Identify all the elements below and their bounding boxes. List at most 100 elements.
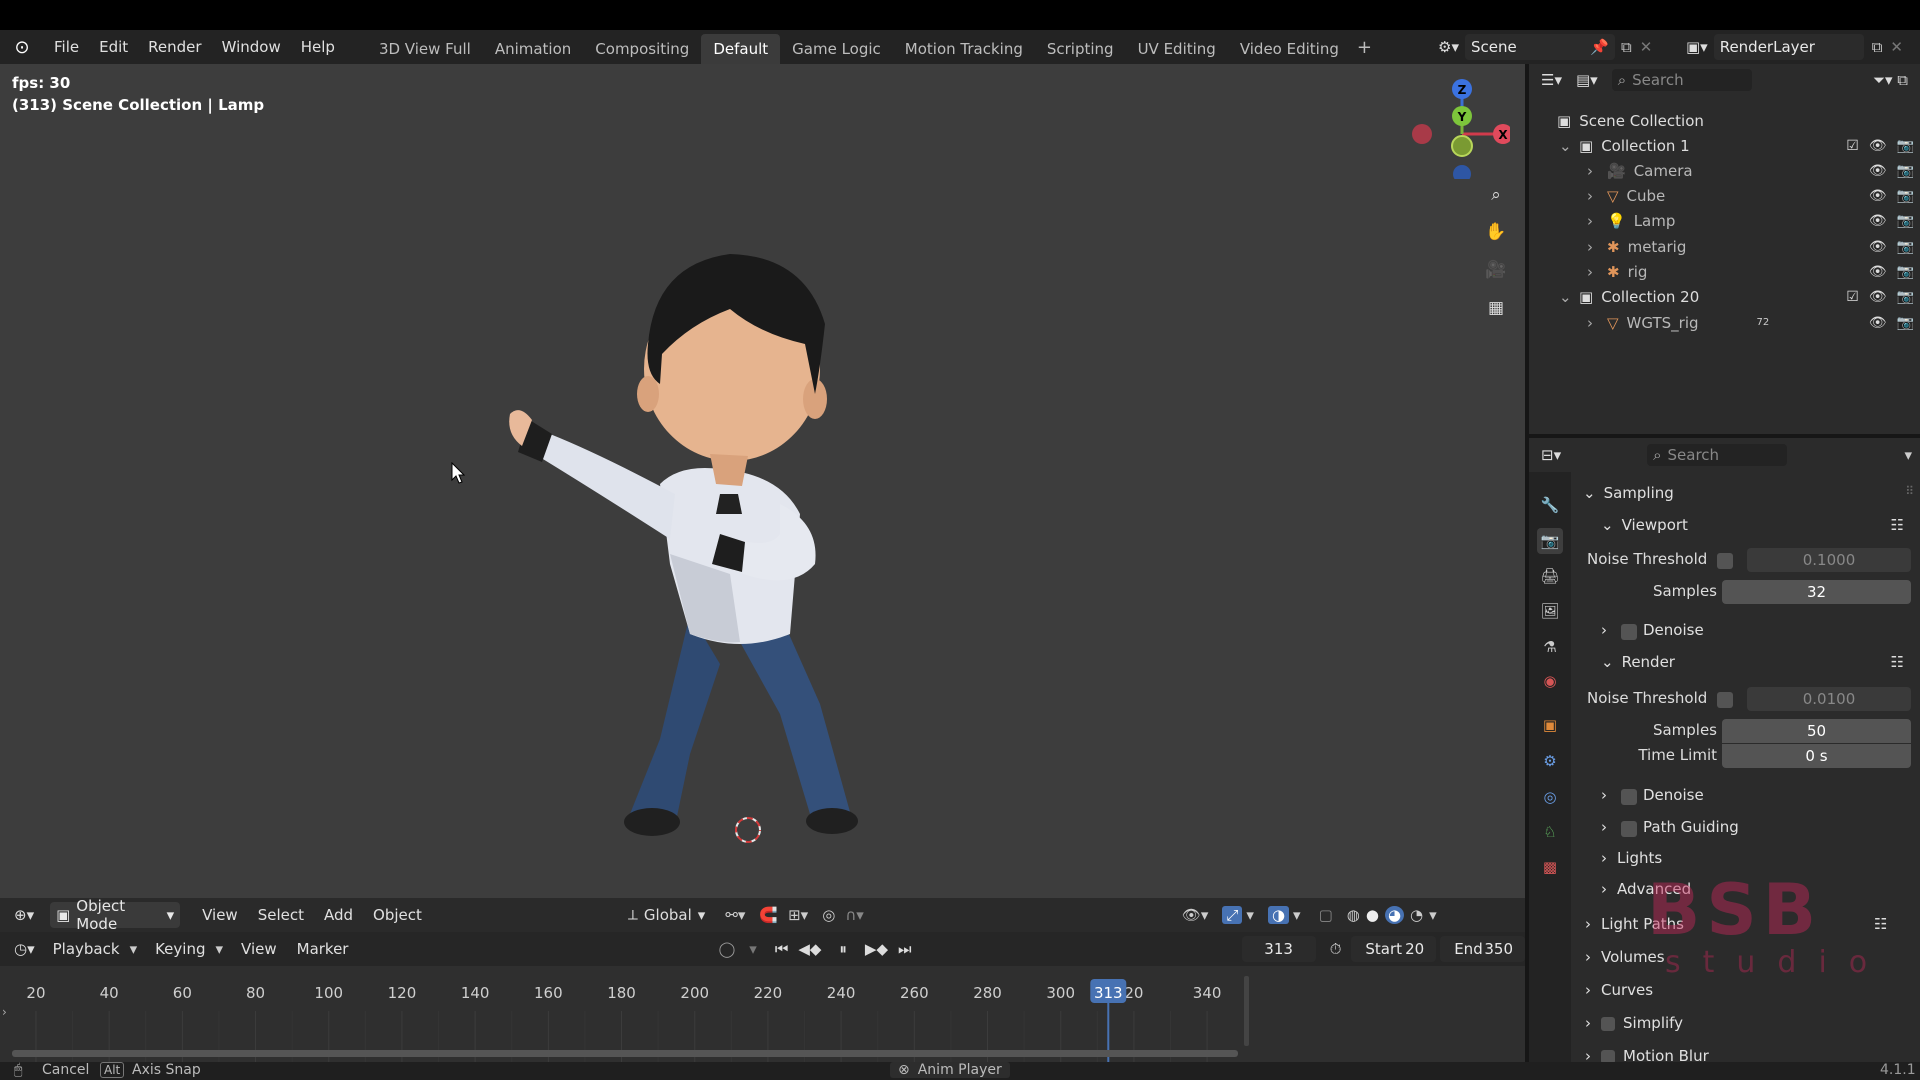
- volumes-panel[interactable]: › Volumes: [1585, 948, 1665, 966]
- gizmo-dropdown-icon[interactable]: ▾: [1246, 906, 1254, 924]
- stopwatch-icon[interactable]: ⏱: [1330, 940, 1342, 958]
- expand-chevron-icon[interactable]: ›: [1587, 238, 1603, 256]
- viewport-menu-select[interactable]: Select: [248, 906, 314, 924]
- close-icon[interactable]: ⊗: [898, 1062, 910, 1078]
- camera-view-icon[interactable]: 🎥: [1481, 255, 1511, 285]
- constraints-tab-icon[interactable]: ♘: [1537, 819, 1563, 845]
- outliner-item-rig[interactable]: › ✱ rig 👁 📷: [1529, 260, 1920, 285]
- timeline-ruler[interactable]: 20 40 60 80 100 120 140 160 180 200 220 240 260 280 30…: [0, 966, 1525, 1062]
- menu-file[interactable]: File: [44, 30, 89, 64]
- expand-chevron-icon[interactable]: ›: [1587, 187, 1603, 205]
- visibility-icon[interactable]: 👁▾: [1182, 906, 1209, 924]
- expand-chevron-icon[interactable]: ⌄: [1559, 288, 1575, 306]
- snap-icon[interactable]: 🧲: [759, 906, 778, 924]
- render-presets-list-icon[interactable]: ☷: [1891, 653, 1904, 671]
- ortho-grid-icon[interactable]: ▦: [1481, 293, 1511, 323]
- outliner-search[interactable]: ⌕ Search: [1611, 69, 1752, 91]
- expand-chevron-icon[interactable]: ›: [1587, 314, 1603, 332]
- display-mode-icon[interactable]: ▤▾: [1576, 71, 1598, 89]
- expand-chevron-icon[interactable]: ⌄: [1559, 137, 1575, 155]
- path-guiding-checkbox[interactable]: [1621, 821, 1637, 837]
- outliner-item-collection-20[interactable]: ⌄ ▣ Collection 20 ☑ 👁 📷: [1529, 285, 1920, 310]
- render-tab-icon[interactable]: 📷: [1537, 528, 1563, 554]
- eye-icon[interactable]: 👁: [1869, 315, 1887, 331]
- anim-player-badge[interactable]: ⊗ Anim Player: [890, 1062, 1010, 1078]
- keying-dropdown-icon[interactable]: ▾: [749, 940, 757, 958]
- render-camera-icon[interactable]: 📷: [1897, 239, 1914, 255]
- gizmo-toggle-icon[interactable]: ⤢: [1222, 906, 1243, 924]
- object-tab-icon[interactable]: ▣: [1537, 712, 1563, 738]
- shading-solid-icon[interactable]: ●: [1366, 906, 1379, 924]
- exclude-checkbox-icon[interactable]: ☑: [1846, 138, 1859, 154]
- render-noise-threshold-field[interactable]: 0.0100: [1747, 687, 1911, 711]
- path-guiding-header[interactable]: ›: [1601, 818, 1607, 836]
- properties-editor-icon[interactable]: ⊟▾: [1541, 446, 1561, 464]
- tab-3d-view-full[interactable]: 3D View Full: [367, 34, 483, 64]
- navigation-gizmo[interactable]: Z X Y: [1405, 74, 1510, 179]
- render-camera-icon[interactable]: 📷: [1897, 188, 1914, 204]
- advanced-header[interactable]: › Advanced: [1601, 880, 1691, 898]
- zoom-icon[interactable]: ⌕: [1481, 180, 1511, 210]
- light-paths-panel[interactable]: › Light Paths: [1585, 915, 1684, 933]
- time-limit-field[interactable]: 0 s: [1722, 744, 1911, 768]
- new-view-layer-icon[interactable]: ⧉: [1872, 38, 1883, 56]
- pin-icon[interactable]: 📌: [1590, 38, 1609, 56]
- shading-dropdown-icon[interactable]: ▾: [1429, 906, 1437, 924]
- menu-render[interactable]: Render: [138, 30, 211, 64]
- menu-window[interactable]: Window: [212, 30, 291, 64]
- viewport-menu-view[interactable]: View: [192, 906, 248, 924]
- drag-handle-icon[interactable]: ⠿: [1905, 484, 1914, 498]
- eye-icon[interactable]: 👁: [1869, 188, 1887, 204]
- shading-rendered-icon[interactable]: ◔: [1410, 906, 1423, 924]
- transform-orientation[interactable]: ⟂ Global ▾: [628, 906, 705, 924]
- blender-logo-icon[interactable]: ⊙: [0, 37, 44, 58]
- presets-list-icon[interactable]: ☷: [1891, 516, 1904, 534]
- eye-icon[interactable]: 👁: [1869, 163, 1887, 179]
- expand-chevron-icon[interactable]: ›: [1587, 263, 1603, 281]
- pause-icon[interactable]: ⏸: [839, 940, 847, 958]
- expand-chevron-icon[interactable]: ›: [1587, 162, 1603, 180]
- delete-scene-icon[interactable]: ✕: [1640, 38, 1653, 56]
- shading-wireframe-icon[interactable]: ◍: [1347, 906, 1360, 924]
- current-frame-field[interactable]: 313: [1241, 936, 1316, 962]
- view-layer-field[interactable]: RenderLayer: [1713, 34, 1864, 60]
- scene-field[interactable]: Scene 📌: [1464, 34, 1615, 60]
- tab-uv-editing[interactable]: UV Editing: [1126, 34, 1228, 64]
- render-subpanel-header[interactable]: ⌄ Render: [1601, 653, 1675, 671]
- jump-end-icon[interactable]: ⏭: [898, 940, 912, 958]
- render-noise-threshold-checkbox[interactable]: [1717, 692, 1733, 708]
- tab-animation[interactable]: Animation: [483, 34, 583, 64]
- lights-header[interactable]: › Lights: [1601, 849, 1662, 867]
- outliner-item-collection-1[interactable]: ⌄ ▣ Collection 1 ☑ 👁 📷: [1529, 133, 1920, 158]
- play-reverse-icon[interactable]: ◀◆: [798, 940, 821, 958]
- render-camera-icon[interactable]: 📷: [1897, 289, 1914, 305]
- jump-keyframe-icon[interactable]: ▶◆: [865, 940, 888, 958]
- viewport-noise-threshold-checkbox[interactable]: [1717, 553, 1733, 569]
- viewport-denoise-header[interactable]: ›: [1601, 621, 1615, 639]
- tab-game-logic[interactable]: Game Logic: [780, 34, 893, 64]
- scene-tab-icon[interactable]: ⚗: [1537, 634, 1563, 660]
- eye-icon[interactable]: 👁: [1869, 239, 1887, 255]
- render-camera-icon[interactable]: 📷: [1897, 213, 1914, 229]
- tab-compositing[interactable]: Compositing: [583, 34, 701, 64]
- light-paths-presets-icon[interactable]: ☷: [1874, 915, 1887, 933]
- 3d-cursor-icon[interactable]: [730, 812, 766, 848]
- view-layer-icon[interactable]: ▣▾: [1686, 38, 1708, 56]
- menu-help[interactable]: Help: [291, 30, 345, 64]
- filter-icon[interactable]: ⏷▾ ⧉: [1873, 71, 1908, 89]
- timeline-menu-keying[interactable]: Keying: [145, 940, 215, 958]
- xray-icon[interactable]: ▢: [1319, 906, 1333, 924]
- outliner-item-camera[interactable]: › 🎥 Camera 👁 📷: [1529, 158, 1920, 183]
- viewport-subpanel-header[interactable]: ⌄ Viewport: [1601, 516, 1688, 534]
- autokey-icon[interactable]: ◯: [718, 940, 735, 958]
- falloff-icon[interactable]: ∩▾: [845, 906, 864, 924]
- render-camera-icon[interactable]: 📷: [1897, 138, 1914, 154]
- snap-target-icon[interactable]: ⊞▾: [788, 906, 808, 924]
- eye-icon[interactable]: 👁: [1869, 138, 1887, 154]
- object-mode-dropdown[interactable]: ▣ Object Mode ▾: [50, 897, 181, 933]
- simplify-panel[interactable]: › Simplify: [1585, 1014, 1683, 1032]
- menu-edit[interactable]: Edit: [89, 30, 138, 64]
- render-samples-field[interactable]: 50: [1722, 719, 1911, 743]
- viewport-menu-object[interactable]: Object: [363, 906, 432, 924]
- eye-icon[interactable]: 👁: [1869, 289, 1887, 305]
